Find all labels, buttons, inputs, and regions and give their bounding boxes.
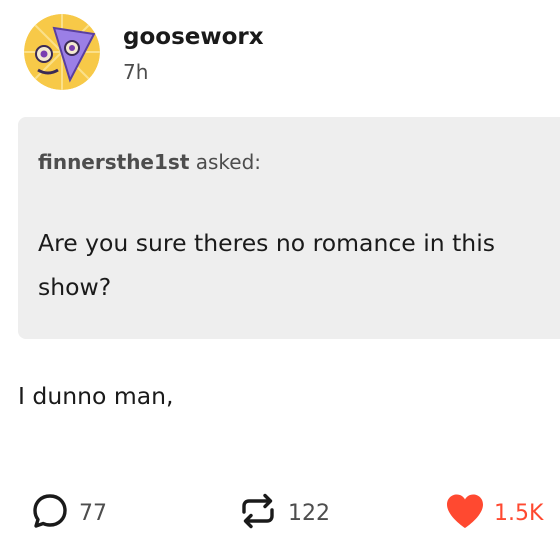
like-count: 1.5K (494, 500, 544, 526)
post-time[interactable]: 7h (123, 58, 264, 86)
asker-line: finnersthe1st asked: (38, 149, 261, 175)
ask-question: Are you sure theres no romance in this s… (38, 229, 495, 301)
ask-box: finnersthe1st asked: Are you sure theres… (18, 117, 560, 339)
reply-icon (31, 492, 69, 534)
post-meta: gooseworx 7h (123, 18, 264, 86)
post-footer: 77 122 1.5K (0, 490, 560, 536)
reply-button[interactable]: 77 (31, 490, 107, 536)
reblog-count: 122 (288, 500, 330, 526)
heart-icon (444, 492, 486, 534)
username[interactable]: gooseworx (123, 22, 264, 52)
answer-text: I dunno man, (18, 382, 174, 410)
reblog-button[interactable]: 122 (238, 490, 330, 536)
asked-label: asked: (195, 150, 262, 174)
post-header: gooseworx 7h (24, 14, 264, 90)
avatar[interactable] (24, 14, 100, 90)
post: gooseworx 7h finnersthe1st asked: Are yo… (0, 0, 560, 560)
reply-count: 77 (79, 500, 107, 526)
like-button[interactable]: 1.5K (444, 490, 543, 536)
reblog-icon (238, 492, 278, 534)
asker-name[interactable]: finnersthe1st (38, 150, 189, 174)
